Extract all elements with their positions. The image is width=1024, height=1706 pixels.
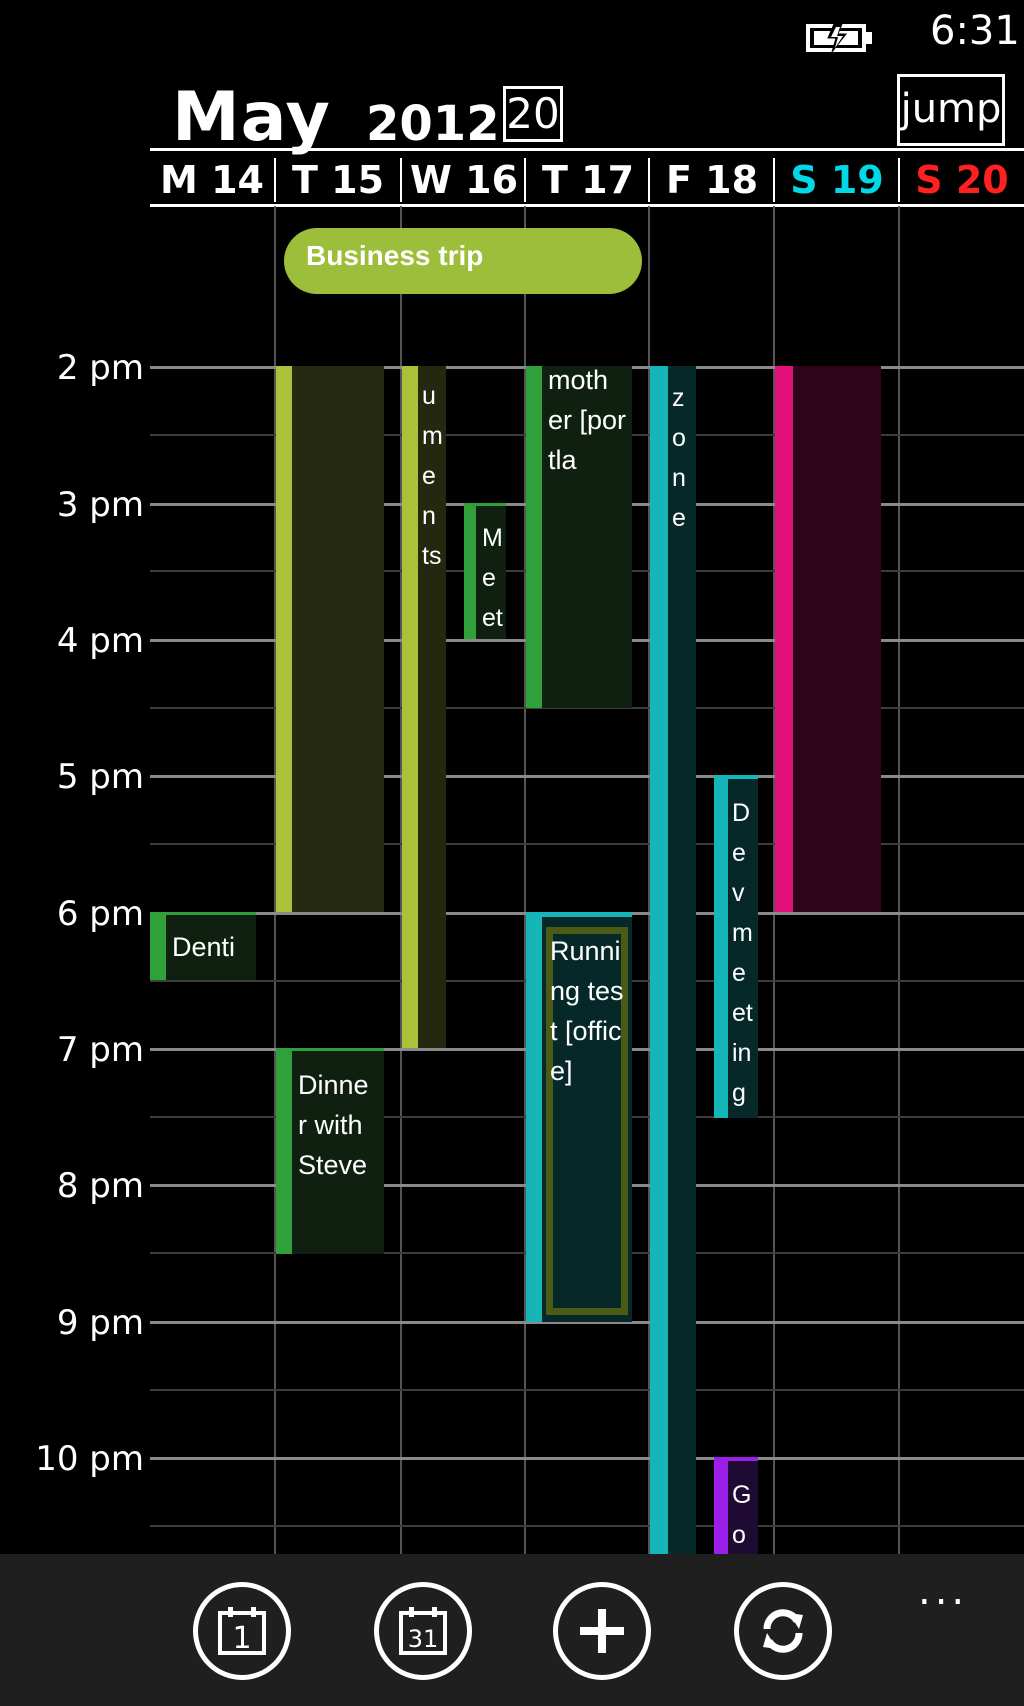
- day-view-button[interactable]: 1: [193, 1582, 291, 1680]
- hour-label-6pm: 6 pm: [56, 894, 144, 934]
- day-header-t17[interactable]: T 17: [526, 158, 650, 202]
- header-divider: [524, 158, 526, 202]
- event-color-bar: [150, 915, 166, 980]
- all-day-event-title: Business trip: [306, 240, 484, 271]
- header-top-rule: [150, 148, 1024, 151]
- event-title: M e et: [482, 524, 503, 632]
- event-mother[interactable]: moth er [portla: [526, 366, 632, 708]
- header-divider: [274, 158, 276, 202]
- header-divider: [898, 158, 900, 202]
- hour-line: [150, 1457, 1024, 1460]
- half-hour-line: [150, 1525, 1024, 1527]
- event-dentist[interactable]: Denti: [150, 912, 256, 980]
- event-t15-block[interactable]: [276, 366, 384, 912]
- sync-button[interactable]: [734, 1582, 832, 1680]
- hour-label-2pm: 2 pm: [56, 348, 144, 388]
- day-header-s19[interactable]: S 19: [775, 158, 899, 202]
- month-title: May: [172, 78, 331, 157]
- event-color-bar: [402, 366, 418, 1048]
- more-menu-button[interactable]: ...: [918, 1568, 968, 1614]
- jump-button[interactable]: jump: [897, 74, 1005, 146]
- hour-label-8pm: 8 pm: [56, 1166, 144, 1206]
- all-day-event-business-trip[interactable]: Business trip: [284, 228, 642, 294]
- event-color-bar: [714, 779, 728, 1118]
- event-title: z o n e: [672, 384, 686, 532]
- event-go[interactable]: G o: [714, 1457, 758, 1554]
- header-divider: [648, 158, 650, 202]
- event-dinner-with-steve[interactable]: Dinne r with Steve: [276, 1048, 384, 1254]
- event-color-bar: [526, 366, 542, 708]
- hour-label-7pm: 7 pm: [56, 1030, 144, 1070]
- header-bottom-rule: [150, 204, 1024, 207]
- svg-text:1: 1: [232, 1621, 251, 1656]
- event-color-bar: [775, 366, 793, 912]
- day-header-s20[interactable]: S 20: [900, 158, 1024, 202]
- event-dev-meeting[interactable]: D e v m e et in g: [714, 775, 758, 1118]
- hour-label-9pm: 9 pm: [56, 1303, 144, 1343]
- day-header-m14[interactable]: M 14: [150, 158, 274, 202]
- hour-label-10pm: 10 pm: [35, 1439, 144, 1479]
- event-running-test[interactable]: Runni ng test [office]: [526, 912, 632, 1322]
- event-color-bar: [714, 1461, 728, 1554]
- day-header-f18[interactable]: F 18: [650, 158, 774, 202]
- event-zone[interactable]: z o n e: [650, 366, 696, 1554]
- event-title: Denti: [172, 932, 236, 962]
- calendar-31-icon: 31: [399, 1607, 447, 1655]
- month-view-button[interactable]: 31: [374, 1582, 472, 1680]
- sync-icon: [763, 1609, 803, 1653]
- battery-charging-icon: [806, 22, 876, 54]
- header-divider: [400, 158, 402, 202]
- event-title: Dinne r with Steve: [298, 1070, 369, 1180]
- event-color-bar: [650, 366, 668, 1554]
- hour-label-3pm: 3 pm: [56, 485, 144, 525]
- event-title: D e v m e et in g: [732, 799, 753, 1107]
- hour-label-4pm: 4 pm: [56, 621, 144, 661]
- event-color-bar: [526, 917, 542, 1322]
- event-color-bar: [276, 366, 292, 912]
- hour-label-5pm: 5 pm: [56, 757, 144, 797]
- event-title: moth er [portla: [548, 366, 627, 475]
- header-divider: [773, 158, 775, 202]
- event-title: Runni ng test [office]: [550, 936, 624, 1086]
- svg-text:31: 31: [408, 1625, 439, 1653]
- year-title: 2012: [366, 96, 500, 152]
- event-s19-block[interactable]: [775, 366, 881, 912]
- clock: 6:31: [930, 8, 1020, 54]
- today-button[interactable]: 20: [503, 86, 563, 142]
- event-color-bar: [464, 506, 476, 639]
- event-color-bar: [276, 1051, 292, 1254]
- day-column-line: [898, 206, 900, 1554]
- event-title: u m e n ts: [422, 382, 443, 570]
- app-bar: [0, 1554, 1024, 1706]
- day-header-w16[interactable]: W 16: [402, 158, 526, 202]
- event-meet[interactable]: M e et: [464, 503, 506, 639]
- plus-icon: [580, 1609, 624, 1653]
- calendar-1-icon: 1: [218, 1607, 266, 1656]
- half-hour-line: [150, 1389, 1024, 1391]
- day-header-t15[interactable]: T 15: [276, 158, 400, 202]
- event-title: G o: [732, 1481, 752, 1549]
- add-event-button[interactable]: [553, 1582, 651, 1680]
- event-documents[interactable]: u m e n ts: [402, 366, 446, 1048]
